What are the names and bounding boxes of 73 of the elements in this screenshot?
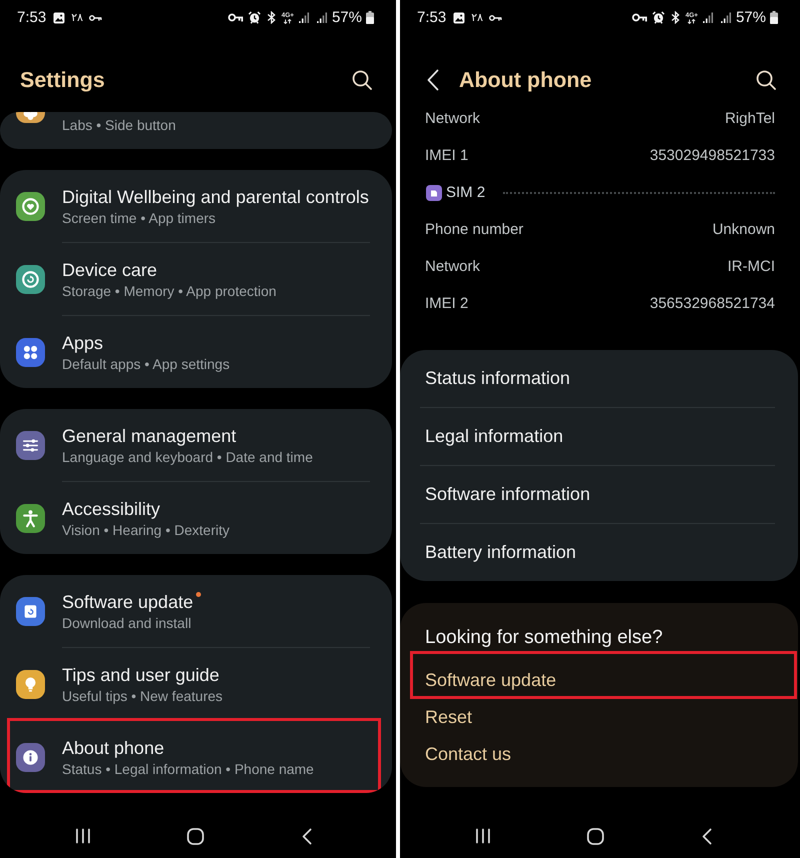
detail-value: 356532968521734 <box>650 295 775 312</box>
key-icon <box>489 14 502 20</box>
data-arrows-icon <box>687 18 696 24</box>
settings-item[interactable]: Apps Default apps • App settings <box>0 316 392 388</box>
detail-value: RighTel <box>724 110 775 127</box>
detail-label: Network <box>425 110 480 127</box>
bluetooth-icon <box>670 11 680 24</box>
screen-title: About phone <box>459 67 592 93</box>
recent-apps-icon[interactable] <box>476 828 490 844</box>
home-icon[interactable] <box>586 828 604 844</box>
signal-bars-icon <box>702 12 713 23</box>
signal-bars-icon <box>720 12 731 23</box>
signal-bars-icon <box>316 12 327 23</box>
recent-apps-icon[interactable] <box>76 828 90 844</box>
home-icon[interactable] <box>186 828 204 844</box>
battery-percentage: 57% <box>332 9 362 26</box>
person-icon <box>16 504 45 532</box>
battery-icon <box>770 11 778 24</box>
section-label: SIM 2 <box>446 184 486 201</box>
notification-text: ۲۸ <box>471 11 484 24</box>
menu-item[interactable]: Status information <box>400 350 798 407</box>
back-icon[interactable] <box>702 828 712 844</box>
detail-label: IMEI 1 <box>425 147 468 164</box>
alarm-clock-icon <box>248 11 260 24</box>
sim-card-icon <box>426 184 442 200</box>
settings-item[interactable]: Tips and user guide Useful tips • New features <box>0 648 392 720</box>
detail-value: Unknown <box>712 221 775 238</box>
refresh-square-icon <box>16 596 45 626</box>
detail-label: Phone number <box>425 221 524 238</box>
key-icon <box>89 14 102 20</box>
detail-label: IMEI 2 <box>425 295 468 312</box>
key-icon <box>632 13 646 22</box>
notification-text: ۲۸ <box>71 11 84 24</box>
settings-item[interactable]: General management Language and keyboard • Date and time <box>0 409 392 481</box>
search-icon[interactable] <box>352 70 372 90</box>
refresh-ring-icon <box>16 264 45 294</box>
gallery-icon <box>53 12 66 24</box>
suggestion-link[interactable]: Software update <box>425 669 556 691</box>
menu-item[interactable]: Battery information <box>400 524 798 581</box>
signal-bars-icon <box>298 12 309 23</box>
cut-off-tile-icon <box>16 112 45 123</box>
search-icon[interactable] <box>756 70 776 90</box>
back-icon[interactable] <box>302 828 312 844</box>
battery-percentage: 57% <box>736 9 766 26</box>
data-arrows-icon <box>283 18 292 24</box>
heart-ring-icon <box>16 192 45 220</box>
suggestions-heading: Looking for something else? <box>425 627 663 649</box>
menu-item[interactable]: Software information <box>400 466 798 523</box>
bluetooth-icon <box>266 11 276 24</box>
suggestion-link[interactable]: Contact us <box>425 743 512 765</box>
settings-item[interactable]: Labs • Side button <box>0 112 392 149</box>
settings-item[interactable]: About phone Status • Legal information • Phone name <box>0 721 392 793</box>
four-dots-icon <box>16 338 45 366</box>
info-icon <box>16 742 45 772</box>
alarm-clock-icon <box>652 11 664 24</box>
settings-item[interactable]: Device care Storage • Memory • App protection <box>0 243 392 315</box>
status-time: 7:53 <box>417 9 446 26</box>
suggestion-link[interactable]: Reset <box>425 706 472 728</box>
detail-value: IR-MCI <box>728 258 775 275</box>
detail-value: 353029498521733 <box>650 147 775 164</box>
key-icon <box>228 13 242 22</box>
detail-label: Network <box>425 258 480 275</box>
menu-item[interactable]: Legal information <box>400 408 798 465</box>
gallery-icon <box>453 12 466 24</box>
battery-icon <box>366 11 374 24</box>
sliders-icon <box>16 430 45 460</box>
lightbulb-icon <box>16 670 45 698</box>
status-time: 7:53 <box>17 9 46 26</box>
back-icon[interactable] <box>427 69 439 91</box>
settings-item[interactable]: Digital Wellbeing and parental controls Screen time • App timers <box>0 170 392 242</box>
settings-item[interactable]: Accessibility Vision • Hearing • Dexterity <box>0 482 392 554</box>
settings-item[interactable]: Software update Download and install <box>0 575 392 647</box>
screen-title: Settings <box>20 67 105 93</box>
